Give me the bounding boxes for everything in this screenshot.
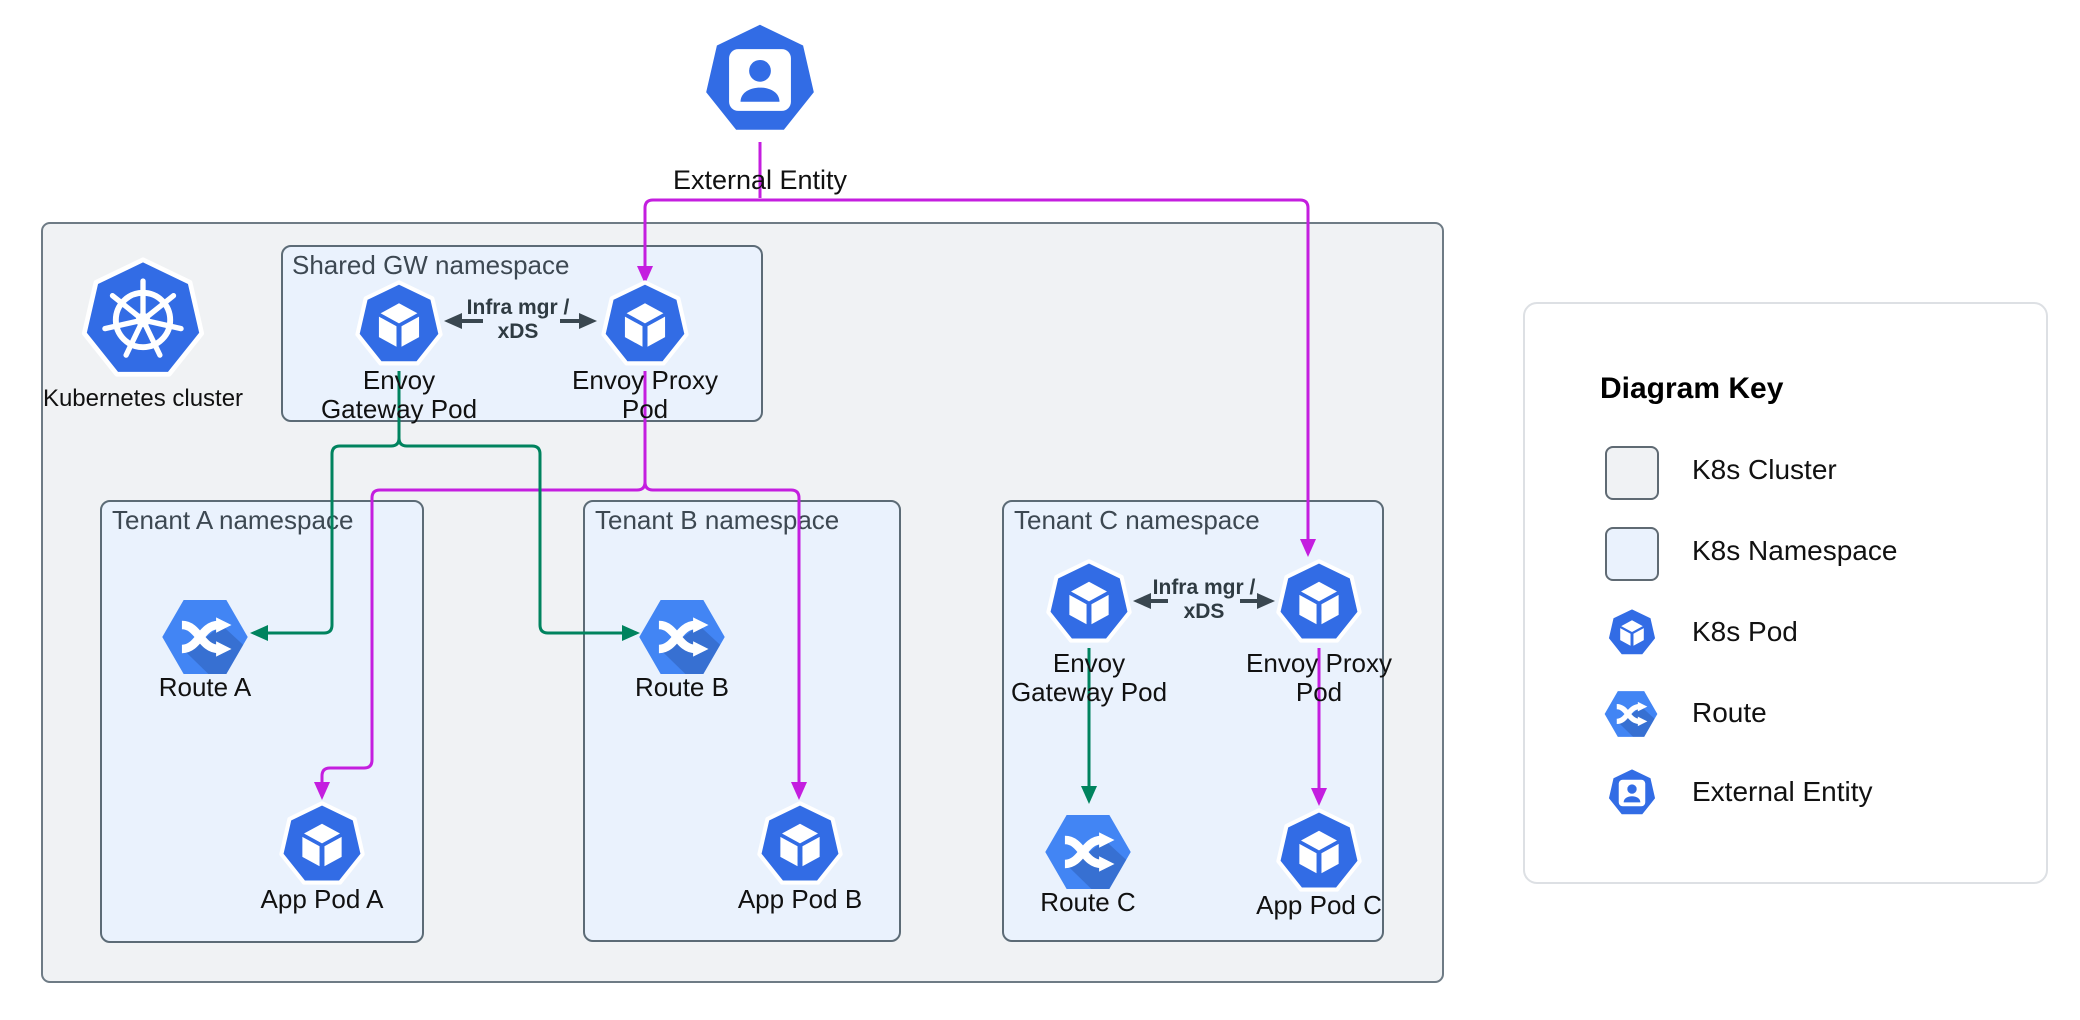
- k8s-pod-icon: [755, 800, 845, 890]
- legend-label-external-entity: External Entity: [1692, 776, 1873, 808]
- k8s-pod-icon: [1605, 606, 1659, 660]
- label-line: Envoy: [289, 366, 509, 395]
- legend-label-k8s-namespace: K8s Namespace: [1692, 535, 1897, 567]
- label-line: xDS: [1114, 600, 1294, 624]
- label-line: Gateway Pod: [289, 395, 509, 424]
- label-line: Envoy Proxy: [535, 366, 755, 395]
- app-pod-b-label: App Pod B: [700, 885, 900, 914]
- legend-label-k8s-cluster: K8s Cluster: [1692, 454, 1837, 486]
- legend-label-k8s-pod: K8s Pod: [1692, 616, 1798, 648]
- route-a-label: Route A: [105, 673, 305, 702]
- external-entity-icon: [1605, 766, 1659, 820]
- route-b-label: Route B: [582, 673, 782, 702]
- envoy-gateway-pod-shared-label: Envoy Gateway Pod: [289, 366, 509, 424]
- label-line: Envoy Proxy: [1209, 649, 1429, 678]
- k8s-cluster-swatch: [1605, 446, 1659, 500]
- label-line: Infra mgr /: [428, 296, 608, 320]
- kubernetes-logo-icon: [78, 255, 208, 385]
- k8s-pod-icon: [599, 279, 691, 371]
- external-entity-icon: [697, 17, 823, 143]
- label-line: Gateway Pod: [979, 678, 1199, 707]
- route-icon: [158, 590, 252, 684]
- diagram-key-title: Diagram Key: [1600, 372, 1783, 406]
- app-pod-a-label: App Pod A: [222, 885, 422, 914]
- route-icon: [1602, 685, 1660, 743]
- k8s-namespace-swatch: [1605, 527, 1659, 581]
- label-line: Envoy: [979, 649, 1199, 678]
- external-entity-label: External Entity: [640, 166, 880, 195]
- label-line: Pod: [1209, 678, 1429, 707]
- envoy-gateway-pod-c-label: Envoy Gateway Pod: [979, 649, 1199, 707]
- route-c-label: Route C: [988, 888, 1188, 917]
- xds-label-tenant-c: Infra mgr / xDS: [1114, 576, 1294, 624]
- route-icon: [1041, 805, 1135, 899]
- app-pod-c-label: App Pod C: [1219, 891, 1419, 920]
- legend-label-route: Route: [1692, 697, 1767, 729]
- k8s-pod-icon: [277, 800, 367, 890]
- xds-label-shared: Infra mgr / xDS: [428, 296, 608, 344]
- kubernetes-cluster-label: Kubernetes cluster: [23, 384, 263, 413]
- k8s-pod-icon: [1274, 807, 1364, 897]
- diagram-canvas: Shared GW namespace Tenant A namespace T…: [0, 0, 2080, 1020]
- envoy-proxy-pod-c-label: Envoy Proxy Pod: [1209, 649, 1429, 707]
- route-icon: [635, 590, 729, 684]
- label-line: xDS: [428, 320, 608, 344]
- envoy-proxy-pod-shared-label: Envoy Proxy Pod: [535, 366, 755, 424]
- label-line: Pod: [535, 395, 755, 424]
- label-line: Infra mgr /: [1114, 576, 1294, 600]
